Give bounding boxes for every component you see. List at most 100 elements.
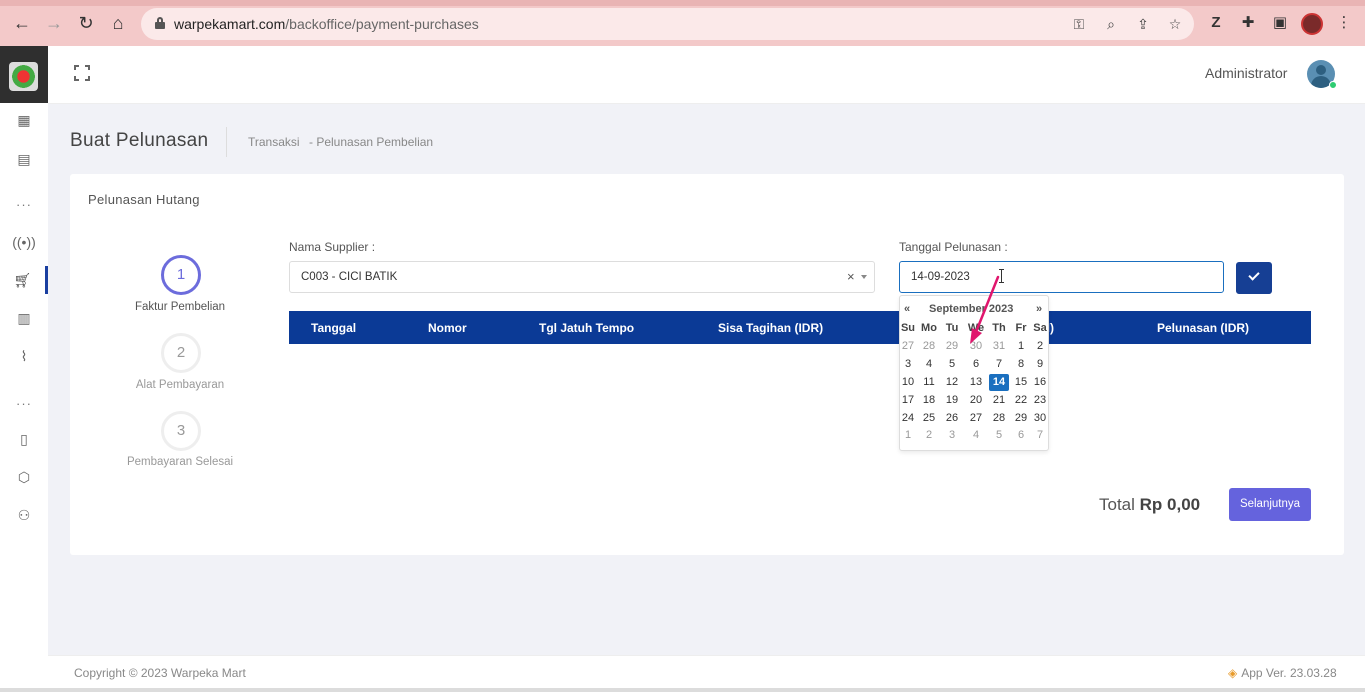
back-icon[interactable]: ← xyxy=(12,13,32,33)
fullscreen-icon[interactable] xyxy=(74,65,90,81)
app-version-text: App Ver. 23.03.28 xyxy=(1241,666,1337,680)
layers-icon: ◈ xyxy=(1228,666,1238,680)
datepicker-day[interactable]: 20 xyxy=(966,392,986,409)
forward-icon[interactable]: → xyxy=(44,13,64,33)
payment-date-input[interactable]: 14-09-2023 xyxy=(899,261,1224,293)
browser-chrome: ← → ↻ ⌂ warpekamart.com/backoffice/payme… xyxy=(0,0,1365,46)
user-name[interactable]: Administrator xyxy=(1205,65,1287,81)
app-logo[interactable] xyxy=(0,46,48,103)
datepicker-day[interactable]: 12 xyxy=(942,374,962,391)
url-host: warpekamart.com xyxy=(174,16,286,32)
supplier-select[interactable]: C003 - CICI BATIK × xyxy=(289,261,875,293)
reload-icon[interactable]: ↻ xyxy=(76,13,96,33)
datepicker-day[interactable]: 29 xyxy=(1011,410,1031,427)
footer: Copyright © 2023 Warpeka Mart ◈ App Ver. … xyxy=(48,655,1365,688)
sidebar-paperclip-icon[interactable]: ⌇ xyxy=(0,342,48,370)
datepicker-day[interactable]: 29 xyxy=(942,338,962,355)
breadcrumb-transaksi[interactable]: Transaksi xyxy=(248,135,300,149)
datepicker-day[interactable]: 4 xyxy=(919,356,939,373)
datepicker-prev-button[interactable]: « xyxy=(904,303,910,315)
datepicker-day[interactable]: 15 xyxy=(1011,374,1031,391)
extensions-puzzle-icon[interactable]: ✚ xyxy=(1238,13,1258,33)
sidebar-users-icon[interactable]: ⚇ xyxy=(0,501,48,529)
sidebar-clipboard-icon[interactable]: ▤ xyxy=(0,145,48,173)
column-tanggal: Tanggal xyxy=(311,321,357,335)
datepicker-day[interactable]: 11 xyxy=(919,374,939,391)
sidebar-box-icon[interactable]: ⬡ xyxy=(0,463,48,491)
sidebar-cart-icon[interactable]: 🛒︎ xyxy=(0,266,48,294)
datepicker-day[interactable]: 1 xyxy=(1011,338,1031,355)
datepicker-day[interactable]: 4 xyxy=(966,427,986,444)
datepicker-day[interactable]: 26 xyxy=(942,410,962,427)
supplier-label: Nama Supplier : xyxy=(289,240,376,254)
app-header: Administrator xyxy=(48,46,1365,104)
datepicker-weekday: Fr xyxy=(1015,322,1027,334)
datepicker-day[interactable]: 30 xyxy=(1030,410,1050,427)
datepicker-day-selected[interactable]: 14 xyxy=(989,373,1009,391)
browser-profile-avatar[interactable] xyxy=(1301,13,1323,35)
datepicker-day[interactable]: 5 xyxy=(942,356,962,373)
app-version: ◈ App Ver. 23.03.28 xyxy=(1228,666,1337,680)
check-icon xyxy=(1248,269,1260,281)
share-icon[interactable]: ⇪ xyxy=(1133,14,1153,34)
datepicker-day[interactable]: 7 xyxy=(1030,427,1050,444)
column-remaining-bill: Sisa Tagihan (IDR) xyxy=(718,321,824,335)
datepicker-day[interactable]: 23 xyxy=(1030,392,1050,409)
datepicker-day[interactable]: 19 xyxy=(942,392,962,409)
datepicker-day[interactable]: 17 xyxy=(898,392,918,409)
step-2-label: Alat Pembayaran xyxy=(135,379,225,391)
page-title: Buat Pelunasan xyxy=(70,130,209,151)
total-label: Total xyxy=(1099,495,1135,514)
datepicker-day[interactable]: 22 xyxy=(1011,392,1031,409)
datepicker-day[interactable]: 18 xyxy=(919,392,939,409)
datepicker-day[interactable]: 21 xyxy=(989,392,1009,409)
datepicker-day[interactable]: 27 xyxy=(898,338,918,355)
next-button[interactable]: Selanjutnya xyxy=(1229,488,1311,521)
sidebar: ▦ ▤ ··· ((•)) 🛒︎ ▥ ⌇ ··· ▯ ⬡ ⚇ xyxy=(0,46,48,692)
key-icon[interactable]: ⚿ xyxy=(1069,14,1089,34)
chevron-down-icon[interactable] xyxy=(861,275,867,279)
datepicker-day[interactable]: 3 xyxy=(898,356,918,373)
side-panel-icon[interactable]: ▣ xyxy=(1270,13,1290,33)
datepicker-day[interactable]: 6 xyxy=(1011,427,1031,444)
datepicker-day[interactable]: 25 xyxy=(919,410,939,427)
star-icon[interactable]: ☆ xyxy=(1165,14,1185,34)
datepicker-next-button[interactable]: » xyxy=(1036,303,1042,315)
datepicker-day[interactable]: 2 xyxy=(1030,338,1050,355)
datepicker-day[interactable]: 24 xyxy=(898,410,918,427)
home-icon[interactable]: ⌂ xyxy=(108,13,128,33)
sidebar-dashboard-icon[interactable]: ▦ xyxy=(0,106,48,134)
breadcrumb-current: - Pelunasan Pembelian xyxy=(309,135,434,149)
datepicker-day[interactable]: 8 xyxy=(1011,356,1031,373)
datepicker-day[interactable]: 5 xyxy=(989,427,1009,444)
datepicker-day[interactable]: 13 xyxy=(966,374,986,391)
datepicker-weekday: Su xyxy=(900,322,916,334)
arrow-annotation-icon xyxy=(970,275,1000,344)
invoice-table-header: Tanggal Nomor Tgl Jatuh Tempo Sisa Tagih… xyxy=(289,311,1311,344)
datepicker-weekday: Mo xyxy=(921,322,937,334)
sidebar-broadcast-icon[interactable]: ((•)) xyxy=(0,228,48,256)
sidebar-receipt-icon[interactable]: ▥ xyxy=(0,304,48,332)
datepicker-day[interactable]: 9 xyxy=(1030,356,1050,373)
total-amount: Rp 0,00 xyxy=(1139,495,1201,514)
address-bar[interactable]: warpekamart.com/backoffice/payment-purch… xyxy=(141,8,1194,40)
sidebar-book-icon[interactable]: ▯ xyxy=(0,425,48,453)
datepicker-day[interactable]: 28 xyxy=(989,410,1009,427)
datepicker-day[interactable]: 7 xyxy=(989,356,1009,373)
step-1-circle: 1 xyxy=(161,255,201,295)
datepicker-day[interactable]: 27 xyxy=(966,410,986,427)
datepicker-day[interactable]: 1 xyxy=(898,427,918,444)
datepicker-day[interactable]: 6 xyxy=(966,356,986,373)
clear-icon[interactable]: × xyxy=(847,269,855,284)
confirm-date-button[interactable] xyxy=(1236,262,1272,294)
datepicker-day[interactable]: 10 xyxy=(898,374,918,391)
datepicker-day[interactable]: 3 xyxy=(942,427,962,444)
column-nomor: Nomor xyxy=(428,321,467,335)
datepicker-day[interactable]: 28 xyxy=(919,338,939,355)
zoom-icon[interactable]: ⌕ xyxy=(1101,14,1121,34)
zotero-extension-icon[interactable]: Z xyxy=(1206,13,1226,33)
browser-menu-icon[interactable]: ⋮ xyxy=(1334,13,1354,33)
datepicker-day[interactable]: 2 xyxy=(919,427,939,444)
url-path: /backoffice/payment-purchases xyxy=(285,16,479,32)
datepicker-day[interactable]: 16 xyxy=(1030,374,1050,391)
